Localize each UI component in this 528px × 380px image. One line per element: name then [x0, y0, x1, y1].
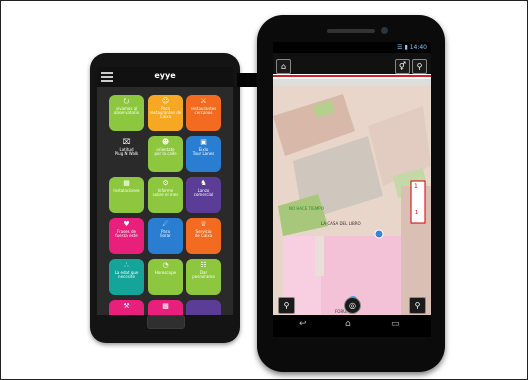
app-tile[interactable]: ♕ Servicio de Caixa	[186, 218, 221, 254]
wifi-icon: ⭮	[123, 97, 130, 105]
app-tile[interactable]: ☷ Dar posnorama	[186, 259, 221, 295]
tile-label: Eixlo Tour Lanes	[192, 147, 215, 156]
tile-label: Dar posnorama	[192, 270, 215, 279]
android-nav-bar: ↩ ⌂ ▭	[273, 315, 431, 337]
map-header-route-line	[273, 74, 431, 79]
tile-label: La edat que necesite	[114, 270, 139, 279]
grad-cap-icon: ♕	[200, 220, 207, 228]
app-tile[interactable]: ☄ Para llorar	[148, 218, 183, 254]
clock-icon: ◔	[162, 261, 169, 269]
pin-icon: ⚒	[123, 302, 130, 310]
gear-icon: ⚙	[162, 179, 169, 187]
wifi-icon: ☰	[397, 44, 403, 51]
heart-icon: ♥	[123, 220, 130, 228]
app-tile[interactable]: ☻ orientate por la calle	[148, 136, 183, 172]
indoor-map[interactable]: NO HACE TIEMPO LA CASA DEL LIBRO FORUM 1…	[273, 86, 431, 316]
right-phone-screen: ☰ ▮ 14:40 ⌂ ⚥ ⚲ NO HACE TIEMPO LA CASA D…	[273, 42, 431, 337]
book-house-label: LA CASA DEL LIBRO	[321, 221, 361, 226]
home-button[interactable]	[147, 315, 185, 329]
blank-icon	[200, 303, 208, 310]
app-tile[interactable]: ♞ Lanzo comercial	[186, 177, 221, 213]
nodes-icon: ∴	[124, 261, 129, 269]
map-drawing	[273, 86, 431, 316]
zoom-out-icon[interactable]: ⚲	[278, 297, 295, 314]
wifi-signal-icon: ☄	[162, 220, 169, 228]
left-phone-screen: eyye ⭮ vivamos al observatorio ☺ Para resta…	[97, 67, 233, 315]
floor-label: 1	[415, 210, 419, 216]
tile-label: vivamos al observatorio	[113, 106, 140, 115]
tile-label: Para llorar	[160, 229, 171, 238]
front-camera	[381, 27, 388, 34]
restroom-icon[interactable]: ⚥	[395, 59, 410, 74]
tv-icon: ▩	[162, 302, 169, 310]
map-header: ⌂ ⚥ ⚲	[273, 53, 431, 79]
app-tile[interactable]: ⭮ vivamos al observatorio	[109, 95, 144, 131]
coin-icon: ☺	[161, 97, 170, 105]
app-top-bar: eyye	[97, 67, 233, 87]
tile-label: restaurantes cercanos	[190, 106, 217, 115]
app-tile[interactable]: ◔ Horoscope	[148, 259, 183, 295]
app-tile[interactable]: ▣ Eixlo Tour Lanes	[186, 136, 221, 172]
status-bar: ☰ ▮ 14:40	[273, 42, 431, 53]
pink-store-zone	[321, 236, 401, 316]
app-tile[interactable]: ∴ La edat que necesite	[109, 259, 144, 295]
app-tile[interactable]: ▦ Instalaciones	[109, 177, 144, 213]
zoom-in-icon[interactable]: ⚲	[409, 297, 426, 314]
corridor	[315, 236, 324, 276]
tile-label: Lanzo comercial	[193, 188, 214, 197]
earpiece-speaker	[327, 29, 375, 33]
pedestrian-icon: ♞	[200, 179, 207, 187]
tile-label: Instalaciones	[113, 188, 140, 193]
home-icon[interactable]: ⌂	[345, 319, 351, 329]
tile-label: orientate por la calle	[154, 147, 177, 156]
app-tile[interactable]: ⚙ Informe sobre el mes	[148, 177, 183, 213]
store-label-green: NO HACE TIEMPO	[289, 206, 324, 211]
battery-icon: ▮	[404, 44, 408, 51]
app-tile[interactable]: ⚒	[109, 300, 144, 315]
back-icon[interactable]: ↩	[299, 319, 307, 329]
tile-label: Para restaurantes de Caixa	[149, 106, 182, 119]
app-tile[interactable]: ⌧ Latitud Plug N Walk	[109, 136, 144, 172]
right-phone: ☰ ▮ 14:40 ⌂ ⚥ ⚲ NO HACE TIEMPO LA CASA D…	[257, 15, 445, 372]
app-tile[interactable]: ♥ Frases de fuerza este	[109, 218, 144, 254]
tile-label: Horoscope	[154, 270, 177, 275]
app-title: eyye	[154, 71, 176, 80]
cutlery-icon: ⚔	[200, 97, 207, 105]
recent-apps-icon[interactable]: ▭	[391, 319, 400, 329]
tile-label: Latitud Plug N Walk	[114, 147, 139, 156]
tile-label: Servicio de Caixa	[194, 229, 213, 238]
app-tile[interactable]: ☺ Para restaurantes de Caixa	[148, 95, 183, 131]
tile-label: Informe sobre el mes	[152, 188, 179, 197]
search-icon[interactable]: ⚲	[412, 59, 427, 74]
status-time: 14:40	[409, 44, 427, 51]
floor-badge: 1	[414, 183, 418, 190]
locate-me-icon[interactable]: ◎	[344, 297, 361, 314]
app-tile[interactable]: ▩	[148, 300, 183, 315]
laptop-icon: ⌧	[122, 138, 131, 146]
user-location-marker	[374, 229, 384, 239]
home-map-icon[interactable]: ⌂	[276, 59, 291, 74]
tile-label: Frases de fuerza este	[115, 229, 138, 238]
building-icon: ▦	[123, 179, 130, 187]
app-tile[interactable]: ⚔ restaurantes cercanos	[186, 95, 221, 131]
left-phone: eyye ⭮ vivamos al observatorio ☺ Para resta…	[90, 53, 337, 343]
bus-icon: ▣	[200, 138, 207, 146]
app-tile[interactable]	[186, 300, 221, 315]
people-icon: ☻	[161, 138, 170, 146]
chat-icon: ☷	[200, 261, 207, 269]
